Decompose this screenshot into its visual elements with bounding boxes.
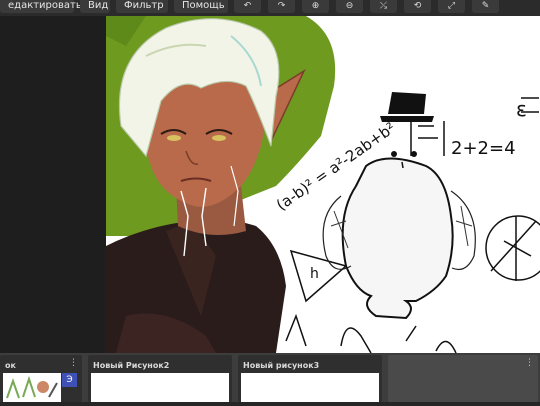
zoom-out-icon: ⊖	[345, 1, 354, 11]
thumbnail-2[interactable]: Новый Рисунок2	[88, 355, 232, 402]
triangle-label-text: h	[310, 266, 319, 282]
thumbnail-title: Новый Рисунок2	[93, 361, 170, 370]
zoom-out-button[interactable]: ⊖	[336, 0, 363, 13]
undo-icon: ↶	[243, 1, 252, 11]
rotate-icon: ⟲	[413, 1, 422, 11]
draw-icon: ✎	[481, 1, 490, 11]
artwork: 2+2=4 (a-b)² = a²-2ab+b² h ε	[106, 16, 540, 353]
more-icon[interactable]: ⋮	[69, 358, 78, 368]
zoom-in-icon: ⊕	[311, 1, 320, 11]
fit-screen-button[interactable]: ⤢	[438, 0, 465, 13]
zoom-in-button[interactable]: ⊕	[302, 0, 329, 13]
thumbnail-image	[3, 373, 61, 402]
menu-view[interactable]: Вид	[80, 0, 110, 13]
fit-icon: ⤢	[447, 1, 456, 11]
menu-edit[interactable]: едактировать	[0, 0, 82, 13]
redo-icon: ↷	[277, 1, 286, 11]
thumbnail-image	[91, 373, 229, 402]
thumbnail-title: Новый рисунок3	[243, 361, 320, 370]
thumbnail-4[interactable]: ⋮	[388, 355, 538, 402]
current-drawing-badge: Э	[62, 373, 77, 387]
top-menu-bar: едактировать Вид Фильтр Помощь ↶ ↷ ⊕ ⊖ ⤯…	[0, 0, 540, 16]
mirror-button[interactable]: ⤯	[370, 0, 397, 13]
thumbnail-image	[241, 373, 379, 402]
rotate-button[interactable]: ⟲	[404, 0, 431, 13]
menu-filter[interactable]: Фильтр	[116, 0, 168, 13]
thumbnail-title: ок	[5, 361, 16, 370]
thumbnail-3[interactable]: Новый рисунок3	[238, 355, 382, 402]
draw-button[interactable]: ✎	[472, 0, 499, 13]
drawing-canvas[interactable]: 2+2=4 (a-b)² = a²-2ab+b² h ε	[106, 16, 540, 353]
thumbnail-preview	[3, 373, 61, 402]
thumbnail-1[interactable]: ок ⋮ Э	[0, 355, 82, 402]
more-icon[interactable]: ⋮	[525, 358, 534, 368]
misc-symbol-text: ε	[516, 97, 527, 121]
undo-button[interactable]: ↶	[234, 0, 261, 13]
equation-text: 2+2=4	[451, 138, 516, 159]
mirror-icon: ⤯	[379, 1, 388, 11]
redo-button[interactable]: ↷	[268, 0, 295, 13]
menu-help[interactable]: Помощь	[174, 0, 228, 13]
